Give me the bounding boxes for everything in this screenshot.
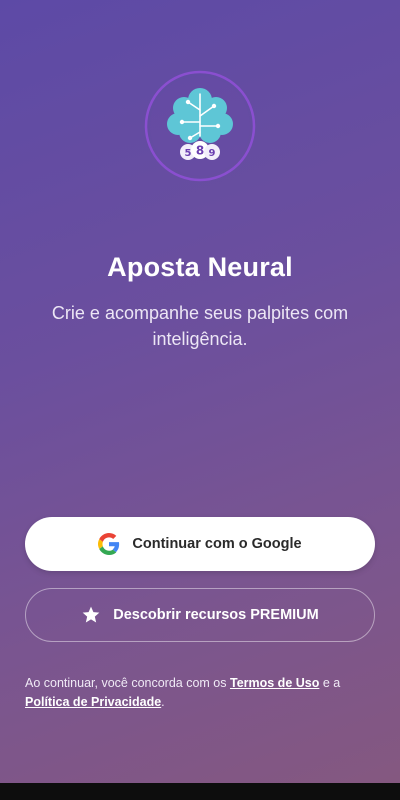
logo-ball-9: 9 — [209, 148, 216, 159]
google-icon — [98, 533, 120, 555]
logo-ball-8: 8 — [196, 144, 204, 158]
legal-prefix: Ao continuar, você concorda com os — [25, 676, 230, 690]
privacy-policy-link[interactable]: Política de Privacidade — [25, 695, 161, 709]
brain-logo-icon: 5 8 9 — [144, 70, 256, 182]
legal-middle: e a — [319, 676, 341, 690]
system-navigation-bar — [0, 783, 400, 800]
app-subtitle: Crie e acompanhe seus palpites com intel… — [51, 303, 349, 349]
app-title: Aposta Neural — [107, 252, 293, 282]
legal-suffix: . — [161, 695, 165, 709]
premium-features-label: Descobrir recursos PREMIUM — [113, 607, 319, 623]
login-screen: 5 8 9 Aposta Neural Crie e acompanhe seu… — [0, 0, 400, 800]
google-signin-button[interactable]: Continuar com o Google — [25, 517, 375, 571]
star-icon — [81, 605, 101, 625]
terms-of-use-link[interactable]: Termos de Uso — [230, 676, 319, 690]
premium-features-button[interactable]: Descobrir recursos PREMIUM — [25, 588, 375, 642]
legal-notice: Ao continuar, você concorda com os Termo… — [25, 674, 375, 712]
app-logo: 5 8 9 — [144, 70, 256, 182]
google-signin-label: Continuar com o Google — [132, 536, 302, 552]
logo-ball-5: 5 — [185, 148, 192, 159]
